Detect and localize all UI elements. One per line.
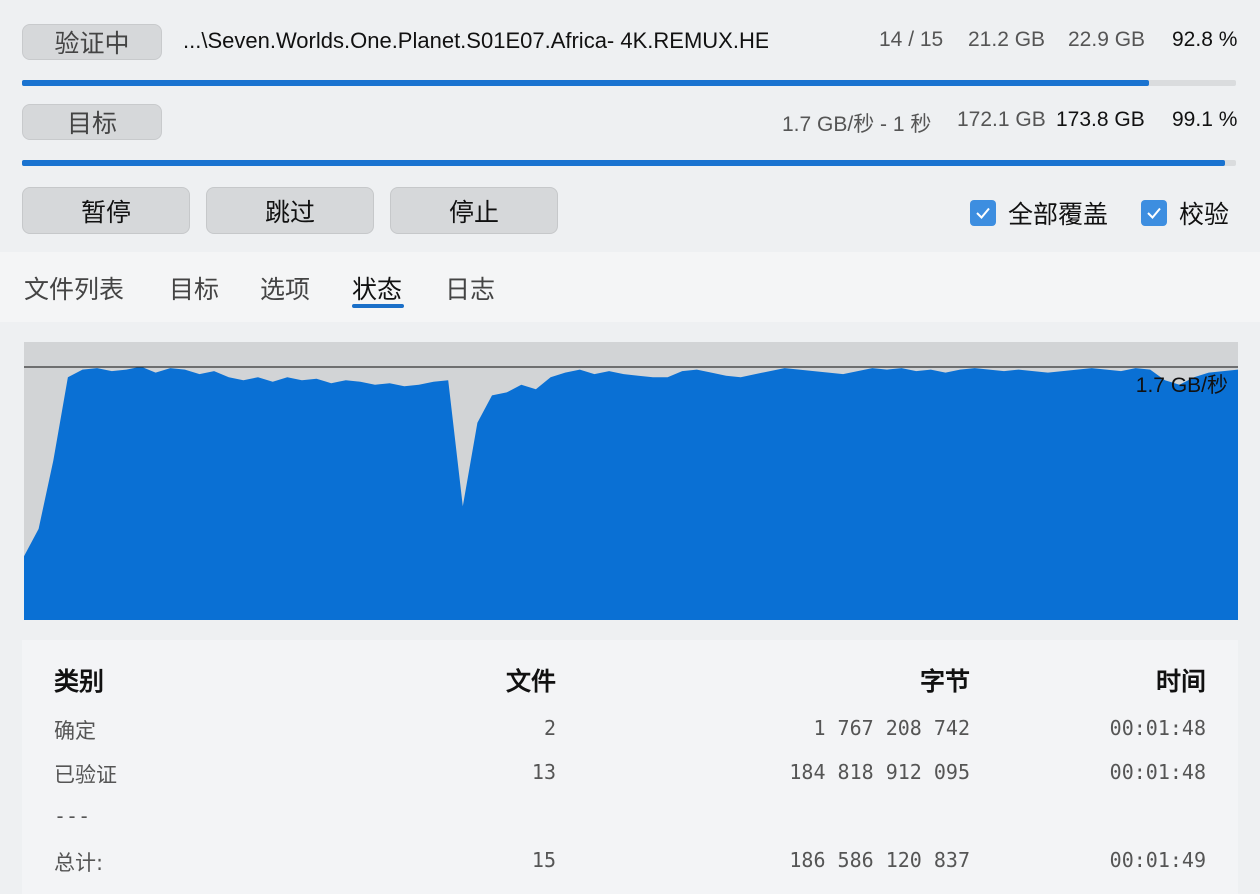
stop-button[interactable]: 停止 [390, 187, 558, 234]
row-files: 13 [531, 760, 556, 784]
checkmark-icon [970, 200, 996, 226]
row-files: 2 [543, 716, 556, 740]
stats-table: 类别 文件 字节 时间 确定 2 1 767 208 742 00:01:48 … [22, 640, 1238, 894]
row-separator: --- [54, 804, 91, 828]
current-file-row: 验证中 ...\Seven.Worlds.One.Planet.S01E07.A… [0, 22, 1260, 66]
target-progress-fill [22, 160, 1226, 166]
row-time: 00:01:49 [1109, 848, 1206, 872]
current-percent: 92.8 % [1172, 28, 1238, 51]
speed-area-series [24, 366, 1238, 620]
checkmark-icon [1141, 200, 1167, 226]
pause-button[interactable]: 暂停 [22, 187, 190, 234]
current-progress-fill [22, 80, 1149, 86]
current-progress-bar [22, 80, 1236, 86]
row-bytes: 1 767 208 742 [813, 716, 970, 740]
row-category: 已验证 [54, 763, 117, 787]
column-header-files: 文件 [505, 668, 556, 696]
row-files: 15 [531, 848, 556, 872]
status-badge: 验证中 [22, 24, 162, 60]
tab-log[interactable]: 日志 [445, 270, 495, 306]
tab-file-list[interactable]: 文件列表 [24, 270, 124, 306]
current-total-size: 22.9 GB [1068, 28, 1146, 51]
tab-bar: 文件列表 目标 选项 状态 日志 [0, 252, 1260, 322]
row-category: 确定 [54, 719, 96, 743]
current-done-size: 21.2 GB [968, 28, 1046, 51]
verify-label: 校验 [1179, 201, 1230, 229]
row-time: 00:01:48 [1109, 760, 1206, 784]
tab-status[interactable]: 状态 [352, 270, 402, 306]
row-bytes: 186 586 120 837 [789, 848, 970, 872]
active-tab-indicator [352, 304, 404, 308]
row-bytes: 184 818 912 095 [789, 760, 970, 784]
column-header-bytes: 字节 [919, 668, 970, 696]
column-header-time: 时间 [1155, 668, 1206, 696]
file-count: 14 / 15 [879, 28, 944, 51]
tab-options[interactable]: 选项 [260, 270, 310, 306]
target-percent: 99.1 % [1172, 108, 1238, 131]
target-badge: 目标 [22, 104, 162, 140]
speed-chart-svg: 1.7 GB/秒 [24, 342, 1238, 620]
overwrite-all-checkbox[interactable]: 全部覆盖 [970, 195, 1108, 231]
target-done-size: 172.1 GB [957, 108, 1046, 131]
current-speed-label: 1.7 GB/秒 [1136, 374, 1228, 397]
target-progress-bar [22, 160, 1236, 166]
progress-panel: 验证中 ...\Seven.Worlds.One.Planet.S01E07.A… [0, 0, 1260, 252]
speed-chart: 1.7 GB/秒 [24, 342, 1238, 620]
column-header-category: 类别 [54, 668, 105, 696]
target-total-size: 173.8 GB [1056, 108, 1145, 131]
current-filename: ...\Seven.Worlds.One.Planet.S01E07.Afric… [183, 28, 768, 53]
target-speed-time: 1.7 GB/秒 - 1 秒 [782, 113, 932, 136]
overwrite-all-label: 全部覆盖 [1008, 201, 1109, 229]
verify-checkbox[interactable]: 校验 [1141, 195, 1229, 231]
row-category: 总计: [54, 851, 104, 875]
skip-button[interactable]: 跳过 [206, 187, 374, 234]
tab-target[interactable]: 目标 [169, 270, 219, 306]
row-time: 00:01:48 [1109, 716, 1206, 740]
target-row: 目标 1.7 GB/秒 - 1 秒 172.1 GB 173.8 GB 99.1… [0, 102, 1260, 146]
